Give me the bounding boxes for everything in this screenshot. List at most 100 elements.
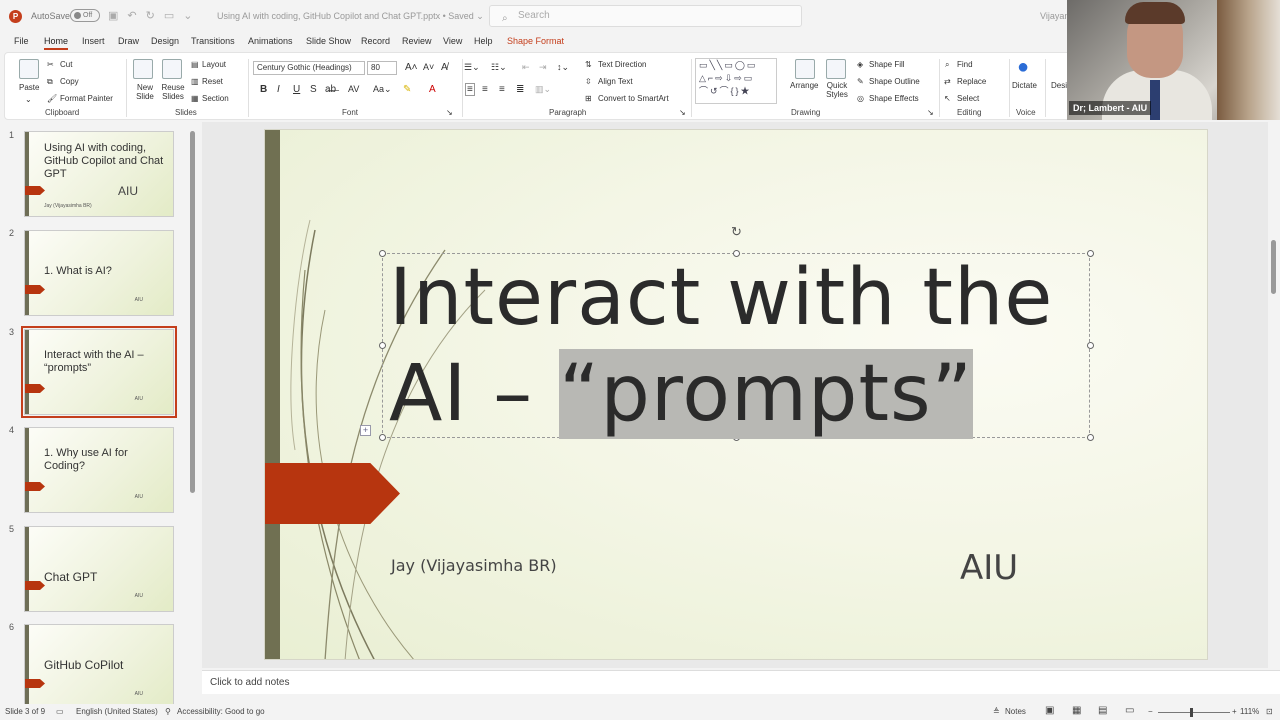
search-input[interactable]: ⌕ Search bbox=[489, 5, 802, 27]
zoom-in-icon[interactable]: + bbox=[1232, 707, 1237, 716]
resize-handle-sw[interactable] bbox=[379, 434, 386, 441]
rotate-handle-icon[interactable]: ↻ bbox=[731, 224, 742, 240]
paste-icon[interactable] bbox=[19, 59, 39, 79]
slide-thumbnail-2[interactable]: 1. What is AI? AIU bbox=[24, 230, 174, 316]
smartart-icon[interactable]: ⊞ bbox=[585, 94, 592, 103]
slide-scrollbar[interactable] bbox=[1270, 122, 1278, 668]
slide-thumbnail-3[interactable]: Interact with the AI – “prompts” AIU bbox=[21, 326, 177, 418]
align-right-icon[interactable]: ≡ bbox=[499, 84, 505, 95]
cut-button[interactable]: Cut bbox=[60, 60, 72, 69]
tab-design[interactable]: Design bbox=[151, 36, 179, 46]
decrease-indent-icon[interactable]: ⇤ bbox=[522, 62, 530, 73]
fit-slide-icon[interactable]: ⊡ bbox=[1266, 707, 1273, 716]
align-text-icon[interactable]: ⇳ bbox=[585, 77, 592, 86]
highlight-color-icon[interactable]: ✎ bbox=[403, 84, 411, 95]
tab-animations[interactable]: Animations bbox=[248, 36, 293, 46]
underline-button[interactable]: U bbox=[293, 84, 300, 95]
layout-options-icon[interactable]: + bbox=[360, 425, 371, 436]
numbering-icon[interactable]: ☷⌄ bbox=[491, 62, 507, 73]
align-left-icon[interactable]: ≡ bbox=[465, 83, 475, 96]
tab-view[interactable]: View bbox=[443, 36, 462, 46]
normal-view-icon[interactable]: ▣ bbox=[1045, 705, 1054, 716]
new-slide-icon[interactable] bbox=[133, 59, 153, 79]
font-dialog-launcher-icon[interactable]: ↘ bbox=[446, 108, 453, 117]
justify-icon[interactable]: ≣ bbox=[516, 84, 524, 95]
shape-outline-icon[interactable]: ✎ bbox=[857, 77, 864, 86]
shapes-gallery[interactable]: ▭╲╲▭◯▭ △⌐⇨⇩⇨▭ ⌒↺⌒{}★ bbox=[695, 58, 777, 104]
select-button[interactable]: Select bbox=[957, 94, 979, 103]
reset-icon[interactable]: ▥ bbox=[191, 77, 199, 86]
section-button[interactable]: Section bbox=[202, 94, 229, 103]
quick-styles-button[interactable]: Quick Styles bbox=[823, 81, 851, 99]
notes-pane[interactable]: Click to add notes bbox=[202, 670, 1280, 694]
resize-handle-nw[interactable] bbox=[379, 250, 386, 257]
format-painter-button[interactable]: Format Painter bbox=[60, 94, 113, 103]
spelling-icon[interactable]: ▭ bbox=[56, 707, 64, 716]
slide-thumbnail-4[interactable]: 1. Why use AI for Coding? AIU bbox=[24, 427, 174, 513]
paragraph-dialog-launcher-icon[interactable]: ↘ bbox=[679, 108, 686, 117]
cut-icon[interactable]: ✂ bbox=[47, 60, 54, 69]
designer-button[interactable]: Desi bbox=[1051, 81, 1067, 90]
arrange-icon[interactable] bbox=[795, 59, 815, 79]
format-painter-icon[interactable]: 🖌 bbox=[47, 94, 57, 103]
user-name[interactable]: Vijayan bbox=[1040, 11, 1069, 21]
slide-org-text[interactable]: AIU bbox=[960, 548, 1018, 588]
bold-button[interactable]: B bbox=[260, 84, 267, 95]
reuse-slides-button[interactable]: Reuse Slides bbox=[160, 83, 186, 101]
redo-icon[interactable]: ↻ bbox=[146, 9, 155, 22]
slide-thumbnail-5[interactable]: Chat GPT AIU bbox=[24, 526, 174, 612]
layout-icon[interactable]: ▤ bbox=[191, 60, 199, 69]
slide-thumbnail-1[interactable]: Using AI with coding, GitHub Copilot and… bbox=[24, 131, 174, 217]
resize-handle-ne[interactable] bbox=[1087, 250, 1094, 257]
language-indicator[interactable]: English (United States) bbox=[76, 707, 158, 716]
tab-insert[interactable]: Insert bbox=[82, 36, 105, 46]
notes-button[interactable]: Notes bbox=[1005, 707, 1026, 716]
copy-icon[interactable]: ⧉ bbox=[47, 77, 53, 87]
text-direction-button[interactable]: Text Direction bbox=[598, 60, 646, 69]
resize-handle-se[interactable] bbox=[1087, 434, 1094, 441]
tab-shape-format[interactable]: Shape Format bbox=[507, 36, 564, 46]
slide-title[interactable]: Interact with the AI – “prompts” bbox=[389, 250, 1053, 442]
strikethrough-icon[interactable]: a̶b̶ bbox=[325, 84, 336, 95]
italic-button[interactable]: I bbox=[277, 84, 280, 95]
decrease-font-icon[interactable]: A˅ bbox=[423, 62, 434, 72]
tab-review[interactable]: Review bbox=[402, 36, 432, 46]
font-size-select[interactable]: 80 bbox=[367, 61, 397, 75]
replace-icon[interactable]: ⇄ bbox=[944, 77, 951, 86]
tab-transitions[interactable]: Transitions bbox=[191, 36, 235, 46]
zoom-slider-thumb[interactable] bbox=[1190, 708, 1193, 717]
layout-button[interactable]: Layout bbox=[202, 60, 226, 69]
copy-button[interactable]: Copy bbox=[60, 77, 79, 86]
line-spacing-icon[interactable]: ↕⌄ bbox=[557, 62, 569, 73]
shadow-button[interactable]: S bbox=[310, 84, 317, 95]
tab-draw[interactable]: Draw bbox=[118, 36, 139, 46]
reuse-slides-icon[interactable] bbox=[162, 59, 182, 79]
align-center-icon[interactable]: ≡ bbox=[482, 84, 488, 95]
scrollbar-thumb[interactable] bbox=[1271, 240, 1276, 294]
present-icon[interactable]: ▭ bbox=[164, 9, 174, 22]
tab-help[interactable]: Help bbox=[474, 36, 493, 46]
zoom-out-icon[interactable]: − bbox=[1148, 707, 1153, 716]
font-color-icon[interactable]: A bbox=[429, 84, 436, 95]
customize-qat-icon[interactable]: ⌄ bbox=[183, 9, 192, 22]
increase-font-icon[interactable]: A˄ bbox=[405, 62, 418, 73]
reading-view-icon[interactable]: ▤ bbox=[1098, 705, 1107, 716]
font-family-select[interactable]: Century Gothic (Headings) bbox=[253, 61, 365, 75]
new-slide-button[interactable]: New Slide bbox=[133, 83, 157, 101]
tab-file[interactable]: File bbox=[14, 36, 29, 46]
slide-sorter-icon[interactable]: ▦ bbox=[1072, 705, 1081, 716]
increase-indent-icon[interactable]: ⇥ bbox=[539, 62, 547, 73]
shape-outline-button[interactable]: Shape Outline bbox=[869, 77, 920, 86]
slide-thumbnail-6[interactable]: GitHub CoPilot AIU bbox=[24, 624, 174, 710]
select-icon[interactable]: ↖ bbox=[944, 94, 951, 103]
clear-formatting-icon[interactable]: A̸ bbox=[441, 62, 448, 73]
shape-fill-button[interactable]: Shape Fill bbox=[869, 60, 905, 69]
align-text-button[interactable]: Align Text bbox=[598, 77, 633, 86]
slide-canvas[interactable]: ↻ Interact with the AI – “prompts” + Jay… bbox=[264, 129, 1208, 660]
arrange-button[interactable]: Arrange bbox=[790, 81, 818, 90]
tab-slide-show[interactable]: Slide Show bbox=[306, 36, 351, 46]
undo-icon[interactable]: ↶ bbox=[127, 9, 136, 22]
document-title[interactable]: Using AI with coding, GitHub Copilot and… bbox=[217, 11, 484, 22]
find-icon[interactable]: ⌕ bbox=[945, 60, 949, 70]
slide-subtitle[interactable]: Jay (Vijayasimha BR) bbox=[391, 556, 557, 575]
